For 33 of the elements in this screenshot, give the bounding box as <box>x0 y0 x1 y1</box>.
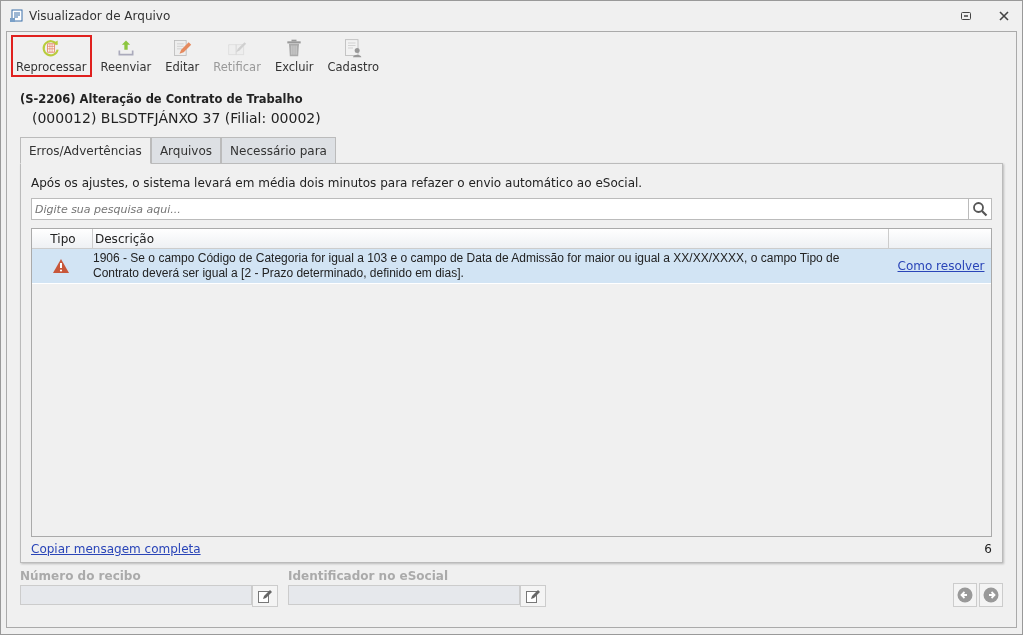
tab[interactable]: Arquivos <box>150 137 222 164</box>
window-title: Visualizador de Arquivo <box>29 9 171 23</box>
count-text: 6 <box>984 542 992 556</box>
toolbar-button[interactable]: Editar <box>160 35 205 77</box>
toolbar-button[interactable]: Reprocessar <box>11 35 92 77</box>
edit-icon <box>525 588 541 604</box>
toolbar-button[interactable]: Cadastro <box>322 35 384 77</box>
event-subtitle: (000012) BLSDTFJÁNXO 37 (Filial: 00002) <box>32 110 322 126</box>
how-to-fix-link[interactable]: Como resolver <box>897 259 985 273</box>
close-icon[interactable] <box>998 10 1010 22</box>
notice-text: Após os ajustes, o sistema levará em média dois minutos para refazer o envio automático ao eSocial. <box>31 176 644 190</box>
document-icon <box>9 9 23 23</box>
search-field[interactable]: Digite sua pesquisa aqui... <box>31 198 969 220</box>
next-button[interactable] <box>979 583 1003 607</box>
field-label: Identificador no eSocial <box>288 569 450 583</box>
restore-icon[interactable] <box>960 10 972 22</box>
edit-button[interactable] <box>520 585 546 607</box>
tab[interactable]: Erros/Advertências <box>20 137 151 164</box>
edit-button[interactable] <box>252 585 278 607</box>
toolbar-button[interactable]: Excluir <box>269 35 319 77</box>
field-label: Número do recibo <box>20 569 142 583</box>
column-header: Tipo <box>32 229 93 248</box>
table-row[interactable] <box>32 249 991 284</box>
previous-button[interactable] <box>953 583 977 607</box>
column-header: Descrição <box>94 230 156 248</box>
warning-icon <box>52 258 70 274</box>
tab[interactable]: Necessário para <box>221 137 336 164</box>
search-icon[interactable] <box>969 198 992 220</box>
copy-message-link[interactable]: Copiar mensagem completa <box>31 542 201 556</box>
toolbar-button[interactable]: Reenviar <box>95 35 157 77</box>
edit-icon <box>257 588 273 604</box>
event-title: (S-2206) Alteração de Contrato de Trabalho <box>20 92 304 106</box>
table-cell-text: 1906 - Se o campo Código de Categoria for igual a 103 e o campo de Data de Admissão for maior ou igual a XX/XX/XXXX, o campo Tipo de Contrato deverá ser igual a [2 - Prazo determinado, definido em dias]. <box>92 250 841 282</box>
